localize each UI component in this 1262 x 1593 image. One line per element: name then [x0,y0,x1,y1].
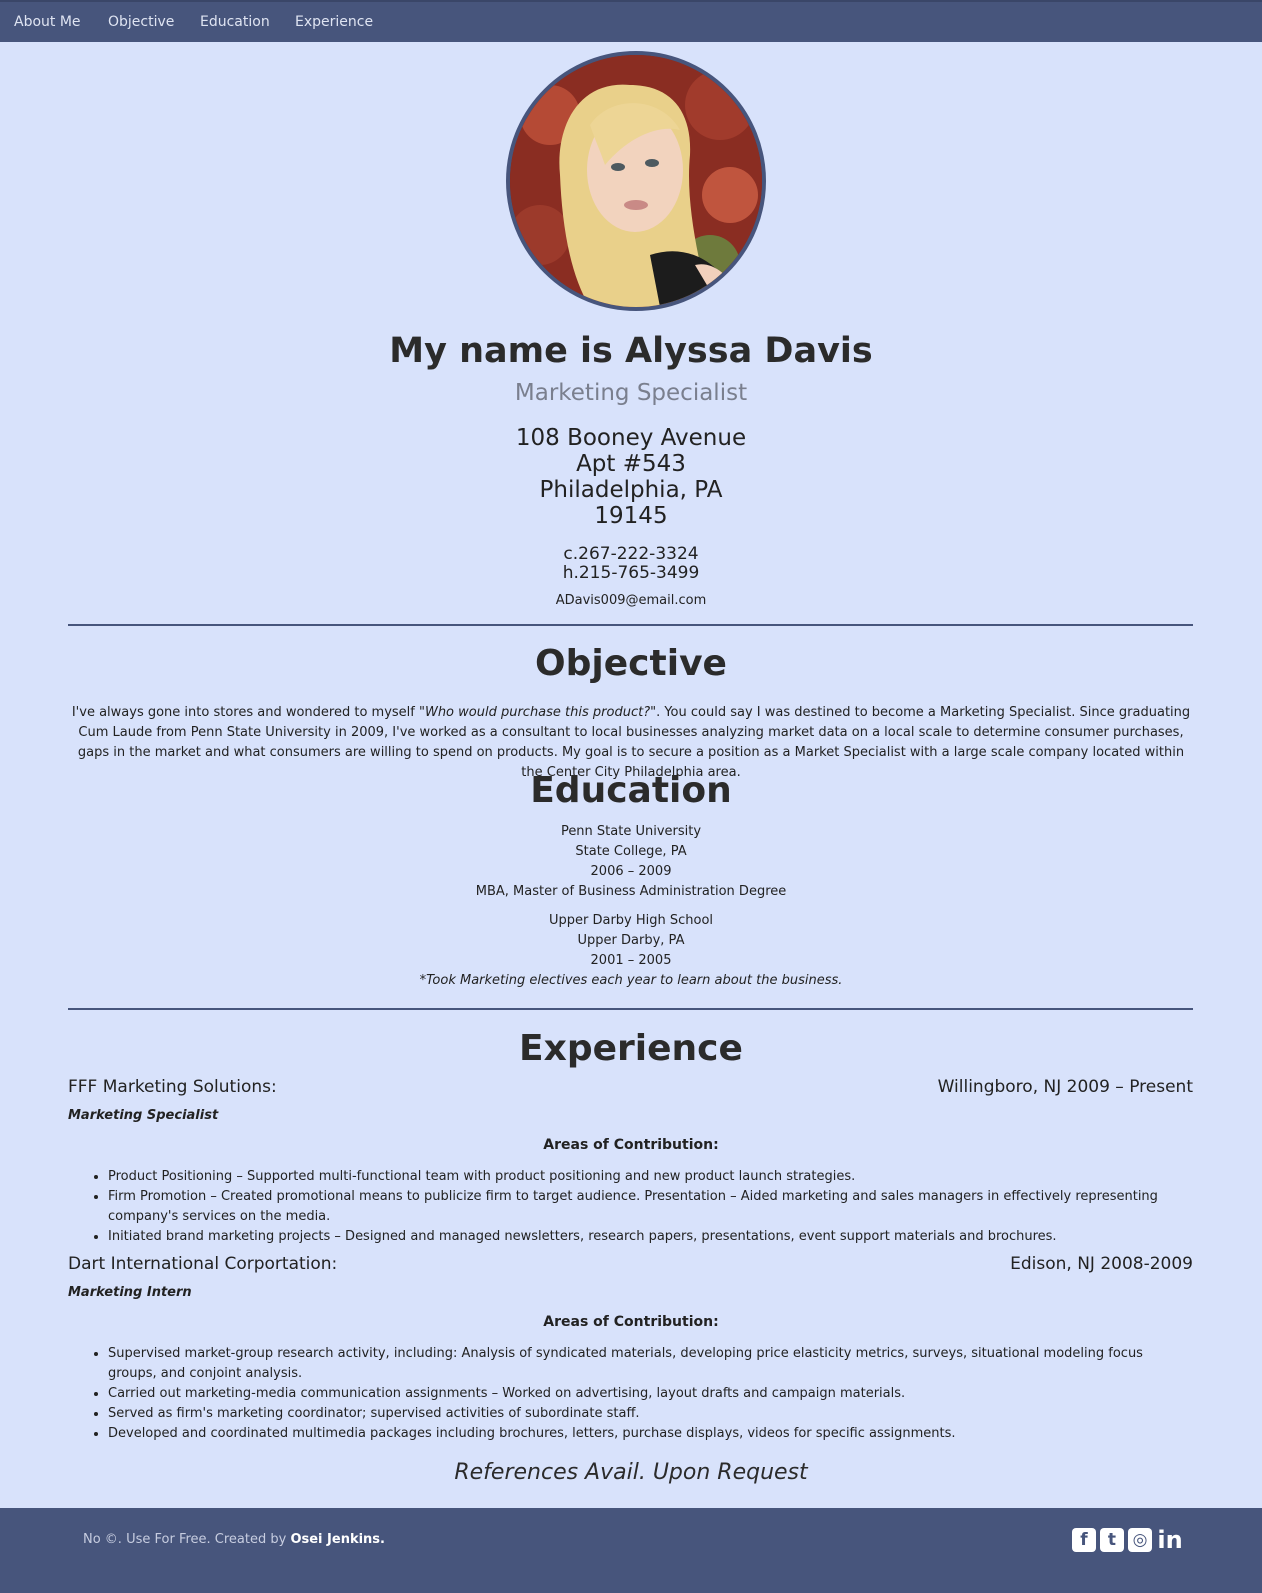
linkedin-icon[interactable]: in [1156,1528,1184,1552]
portrait-image [510,55,762,307]
company-name: Dart International Corportation: [68,1254,338,1274]
section-divider [68,1008,1193,1010]
education-heading: Education [530,770,732,811]
social-links: f t ◎ in [1072,1528,1188,1556]
references-note: References Avail. Upon Request [454,1460,808,1485]
email-address[interactable]: ADavis009@email.com [0,593,1262,608]
list-item: Product Positioning – Supported multi-fu… [108,1167,1193,1187]
job-header: Dart International Corportation: Edison,… [68,1254,1193,1274]
nav-objective[interactable]: Objective [108,14,174,30]
school-years: 2001 – 2005 [590,953,672,968]
address-line: 19145 [594,503,668,529]
school-note: *Took Marketing electives each year to l… [419,973,843,988]
footer-text: No ©. Use For Free. Created by [83,1532,291,1547]
list-item: Supervised market-group research activit… [108,1344,1193,1384]
person-name: My name is Alyssa Davis [389,331,873,371]
facebook-icon[interactable]: f [1072,1528,1096,1552]
company-name: FFF Marketing Solutions: [68,1077,277,1097]
footer-credit: No ©. Use For Free. Created by Osei Jenk… [83,1532,385,1547]
school-location: State College, PA [575,844,687,859]
school-name: Upper Darby High School [548,913,714,928]
school-degree: MBA, Master of Business Administration D… [475,884,787,899]
job-title: Marketing Specialist [514,380,748,406]
address-line: Philadelphia, PA [539,477,723,503]
section-divider [68,624,1193,626]
footer-author-link[interactable]: Osei Jenkins. [290,1532,385,1547]
home-phone: h.215-765-3499 [562,563,700,583]
school-location: Upper Darby, PA [577,933,685,948]
phone-block: c.267-222-3324 h.215-765-3499 [0,545,1262,583]
job-role: Marketing Intern [68,1285,192,1300]
address-line: 108 Booney Avenue [515,425,747,451]
contribution-list: Product Positioning – Supported multi-fu… [68,1167,1193,1247]
list-item: Firm Promotion – Created promotional mea… [108,1187,1193,1227]
instagram-icon[interactable]: ◎ [1128,1528,1152,1552]
job-role: Marketing Specialist [68,1108,219,1123]
address-block: 108 Booney Avenue Apt #543 Philadelphia,… [0,425,1262,529]
nav-about-me[interactable]: About Me [14,14,81,30]
job-location-dates: Willingboro, NJ 2009 – Present [937,1077,1193,1097]
address-line: Apt #543 [576,451,686,477]
objective-heading: Objective [535,643,727,684]
school-years: 2006 – 2009 [590,864,672,879]
list-item: Developed and coordinated multimedia pac… [108,1424,1193,1444]
nav-experience[interactable]: Experience [295,14,373,30]
objective-text-start: I've always gone into stores and wondere… [71,705,419,720]
contribution-list: Supervised market-group research activit… [68,1344,1193,1444]
top-nav: About Me Objective Education Experience [0,0,1262,42]
list-item: Initiated brand marketing projects – Des… [108,1227,1193,1247]
job-location-dates: Edison, NJ 2008-2009 [1010,1254,1193,1274]
twitter-icon[interactable]: t [1100,1528,1124,1552]
cell-phone: c.267-222-3324 [563,544,699,564]
objective-quote: "Who would purchase this product?" [418,705,657,720]
experience-heading: Experience [519,1028,743,1069]
education-entry: Upper Darby High School Upper Darby, PA … [0,911,1262,991]
job-header: FFF Marketing Solutions: Willingboro, NJ… [68,1077,1193,1097]
footer: No ©. Use For Free. Created by Osei Jenk… [0,1508,1262,1593]
profile-photo [506,51,766,311]
nav-education[interactable]: Education [200,14,270,30]
areas-label: Areas of Contribution: [543,1137,719,1153]
list-item: Carried out marketing-media communicatio… [108,1384,1193,1404]
education-entry: Penn State University State College, PA … [0,822,1262,902]
areas-label: Areas of Contribution: [543,1314,719,1330]
list-item: Served as firm's marketing coordinator; … [108,1404,1193,1424]
school-name: Penn State University [560,824,702,839]
